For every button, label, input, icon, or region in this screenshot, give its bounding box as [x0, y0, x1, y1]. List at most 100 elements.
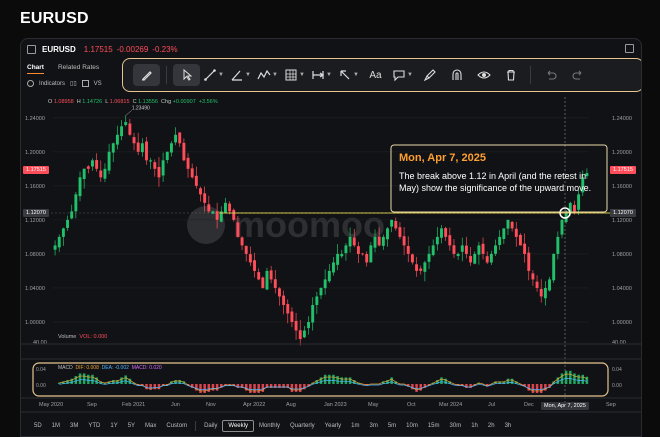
arrow-icon[interactable]: ▼ — [335, 64, 362, 86]
candle-body — [207, 204, 211, 212]
comment-icon[interactable]: ▼ — [389, 64, 416, 86]
candle-body — [485, 256, 489, 263]
interval-daily[interactable]: Daily — [199, 421, 222, 431]
magnet-icon[interactable] — [443, 64, 470, 86]
text-tool-label: Aa — [369, 69, 382, 81]
y-tick-right: 1.12000 — [612, 218, 632, 224]
candle-body — [228, 203, 232, 212]
candle-body — [332, 262, 335, 273]
candle-body — [431, 245, 435, 256]
candle-body — [419, 268, 423, 271]
candle-body — [394, 221, 398, 229]
angle-icon[interactable]: ▼ — [227, 64, 254, 86]
brush-icon[interactable] — [416, 64, 443, 86]
y-tick-right: 1.08000 — [612, 252, 632, 258]
macd-tick-right: 0.04 — [612, 367, 622, 373]
range-custom[interactable]: Custom — [161, 421, 192, 431]
cursor-icon[interactable] — [173, 64, 200, 86]
line-icon[interactable]: ▼ — [200, 64, 227, 86]
candle-body — [215, 211, 219, 220]
ohlc-readout: O 1.08958 H 1.14726 L 1.06815 C 1.13556 … — [48, 99, 218, 105]
text-icon[interactable]: Aa — [362, 64, 389, 86]
y-tick-left: 1.16000 — [25, 184, 45, 190]
candle-body — [498, 236, 502, 245]
candle-body — [552, 253, 556, 281]
interval-5m[interactable]: 5m — [383, 421, 401, 431]
candle-body — [265, 270, 269, 290]
chg-value: +0.00907 — [172, 99, 196, 105]
candle-body — [514, 228, 518, 237]
range-max[interactable]: Max — [140, 421, 161, 431]
candle-body — [78, 177, 82, 197]
x-tick-label: Sep — [606, 402, 616, 408]
x-tick-label: Aug — [286, 402, 296, 408]
interval-quarterly[interactable]: Quarterly — [285, 421, 320, 431]
candle-body — [286, 304, 290, 314]
candle-body — [489, 253, 493, 263]
y-tick-left: 1.24000 — [25, 116, 45, 122]
candle-body — [298, 330, 302, 339]
current-price-tag-left: 1.17515 — [23, 166, 49, 174]
interval-2h[interactable]: 2h — [483, 421, 500, 431]
range-1y[interactable]: 1Y — [105, 421, 122, 431]
macd-label: MACD DIF: 0.008 DEA: -0.002 MACD: 0.020 — [58, 365, 162, 371]
chart-window: EURUSD 1.17515 -0.00269 -0.23% Chart Rel… — [20, 38, 642, 437]
range-5y[interactable]: 5Y — [123, 421, 140, 431]
candle-body — [261, 277, 265, 288]
x-tick-label: Jan 2023 — [324, 402, 347, 408]
candle-body — [223, 202, 227, 213]
range-1m[interactable]: 1M — [47, 421, 65, 431]
undo-icon[interactable] — [537, 64, 564, 86]
interval-weekly[interactable]: Weekly — [222, 420, 254, 432]
bar-separator — [195, 421, 197, 431]
grid-icon[interactable]: ▼ — [281, 64, 308, 86]
interval-10m[interactable]: 10m — [401, 421, 423, 431]
candle-body — [157, 166, 161, 178]
x-tick-label: Mar 2024 — [439, 402, 463, 408]
candle-body — [560, 219, 564, 235]
toolbar-separator — [166, 66, 167, 84]
interval-1m[interactable]: 1m — [346, 421, 364, 431]
volume-axis-right: 40.00 — [612, 340, 626, 346]
candle-body — [186, 157, 190, 169]
redo-icon[interactable] — [564, 64, 591, 86]
candle-body — [199, 188, 202, 195]
interval-monthly[interactable]: Monthly — [254, 421, 285, 431]
candle-body — [448, 235, 452, 246]
candle-body — [132, 137, 136, 144]
interval-yearly[interactable]: Yearly — [320, 421, 346, 431]
candle-body — [369, 245, 373, 263]
candle-body — [336, 253, 340, 265]
candle-body — [70, 211, 74, 219]
candle-body — [190, 168, 194, 178]
candle-body — [352, 237, 356, 246]
candle-body — [361, 253, 365, 255]
range-icon[interactable]: ▼ — [308, 64, 335, 86]
eye-icon[interactable] — [470, 64, 497, 86]
peak-label: 1.23490 — [132, 105, 150, 111]
candle-body — [82, 168, 86, 179]
trash-icon[interactable] — [497, 64, 524, 86]
interval-1h[interactable]: 1h — [466, 421, 483, 431]
timeframe-bar: 5D 1M 3M YTD 1Y 5Y Max Custom Daily Weekly Monthly… — [21, 417, 641, 435]
candle-body — [194, 175, 198, 186]
candle-body — [494, 245, 497, 254]
range-ytd[interactable]: YTD — [83, 421, 105, 431]
pattern-icon[interactable]: ▼ — [254, 64, 281, 86]
pencil-icon[interactable] — [133, 64, 160, 86]
candle-body — [74, 194, 78, 212]
interval-3h[interactable]: 3h — [500, 421, 517, 431]
candle-body — [307, 321, 310, 329]
candle-body — [356, 246, 360, 254]
candle-body — [527, 252, 531, 271]
crosshair-price-tag-right: 1.12070 — [610, 209, 636, 217]
interval-30m[interactable]: 30m — [445, 421, 467, 431]
range-3m[interactable]: 3M — [65, 421, 83, 431]
y-tick-left: 1.12000 — [25, 218, 45, 224]
range-5d[interactable]: 5D — [29, 421, 47, 431]
candle-body — [211, 211, 215, 214]
interval-15m[interactable]: 15m — [423, 421, 445, 431]
candle-body — [178, 132, 182, 144]
candle-body — [477, 245, 481, 255]
interval-3m[interactable]: 3m — [364, 421, 382, 431]
